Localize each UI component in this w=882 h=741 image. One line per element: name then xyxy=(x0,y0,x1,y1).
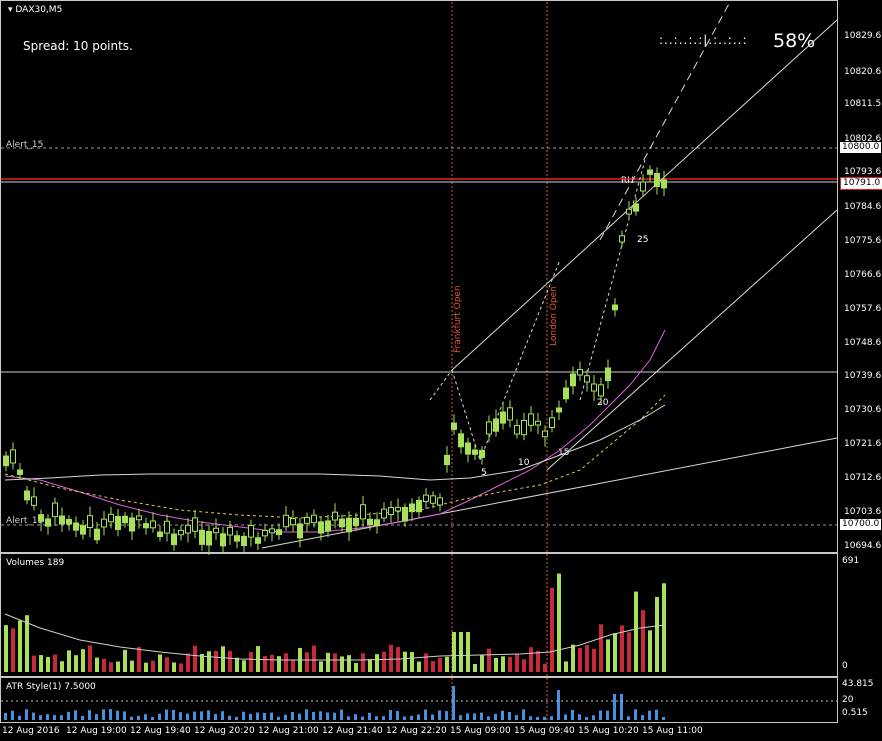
price-tick: 10712.6 xyxy=(844,473,882,483)
time-tick: 12 Aug 22:20 xyxy=(386,726,447,736)
alert-label-top: Alert_15 xyxy=(6,140,44,150)
count-label-10: 10 xyxy=(518,458,530,468)
price-tick: 10829.6 xyxy=(844,31,882,41)
time-tick: 12 Aug 2016 xyxy=(2,726,60,736)
price-tick: 10811.5 xyxy=(844,99,882,109)
timer-percent: 58% xyxy=(773,30,816,52)
volumes-label: Volumes 189 xyxy=(6,558,65,568)
spread-label: Spread: 10 points. xyxy=(23,39,133,53)
price-tick: 10703.6 xyxy=(844,507,882,517)
frankfurt-open-label: Frankfurt Open xyxy=(453,285,463,353)
timer-dots: :..:..:.:|.:..:..: xyxy=(659,33,748,47)
price-tick: 10721.6 xyxy=(844,439,882,449)
price-tag-alert-top: 10800.0 xyxy=(840,142,882,153)
time-tick: 12 Aug 19:40 xyxy=(130,726,191,736)
atr-axis-min: 0.515 xyxy=(842,708,868,718)
time-tick: 15 Aug 10:20 xyxy=(578,726,639,736)
volume-axis-min: 0 xyxy=(842,661,848,671)
volumes-panel[interactable]: Volumes 189 xyxy=(0,553,838,677)
price-tick: 10766.6 xyxy=(844,270,882,280)
atr-axis-max: 43.815 xyxy=(842,679,874,689)
symbol-text: DAX30,M5 xyxy=(15,5,63,15)
price-tick: 10793.6 xyxy=(844,167,882,177)
price-tick: 10775.6 xyxy=(844,236,882,246)
chart-symbol-label: ▾ DAX30,M5 xyxy=(8,5,63,15)
atr-panel[interactable]: ATR Style(1) 7.5000 xyxy=(0,677,838,723)
atr-label: ATR Style(1) 7.5000 xyxy=(6,682,96,692)
time-tick: 15 Aug 11:00 xyxy=(642,726,703,736)
time-tick: 12 Aug 21:00 xyxy=(258,726,319,736)
main-chart-panel[interactable]: ▾ DAX30,M5 Spread: 10 points. :..:..:.:|… xyxy=(0,0,838,553)
count-label-20: 20 xyxy=(597,398,609,408)
price-tick: 10730.6 xyxy=(844,405,882,415)
price-tick: 10820.6 xyxy=(844,67,882,77)
time-tick: 12 Aug 20:20 xyxy=(194,726,255,736)
time-tick: 12 Aug 19:00 xyxy=(66,726,127,736)
price-tick: 10757.6 xyxy=(844,304,882,314)
price-tick: 10694.6 xyxy=(844,541,882,551)
time-axis: 12 Aug 2016 12 Aug 19:00 12 Aug 19:40 12… xyxy=(0,723,882,741)
price-tag-current: 10791.0 xyxy=(840,177,882,190)
rh-label: RH xyxy=(621,176,635,186)
price-tick: 10784.6 xyxy=(844,202,882,212)
london-open-label: London Open xyxy=(549,286,559,346)
count-label-5: 5 xyxy=(481,468,487,478)
price-tick: 10748.6 xyxy=(844,338,882,348)
time-tick: 15 Aug 09:00 xyxy=(450,726,511,736)
price-axis[interactable]: 10829.6 10820.6 10811.5 10802.6 10793.6 … xyxy=(838,0,882,553)
volume-axis-max: 691 xyxy=(842,556,860,566)
price-tag-alert-bottom: 10700.0 xyxy=(840,519,882,530)
count-label-15: 15 xyxy=(558,448,570,458)
volume-axis: 691 0 xyxy=(838,553,882,677)
atr-axis: 43.815 20 0.515 xyxy=(838,677,882,723)
price-tick: 10739.6 xyxy=(844,371,882,381)
atr-axis-mid: 20 xyxy=(842,695,854,705)
time-tick: 15 Aug 09:40 xyxy=(514,726,575,736)
time-tick: 12 Aug 21:40 xyxy=(322,726,383,736)
alert-label-bottom: Alert_15 xyxy=(6,516,44,526)
count-label-25: 25 xyxy=(637,235,649,245)
